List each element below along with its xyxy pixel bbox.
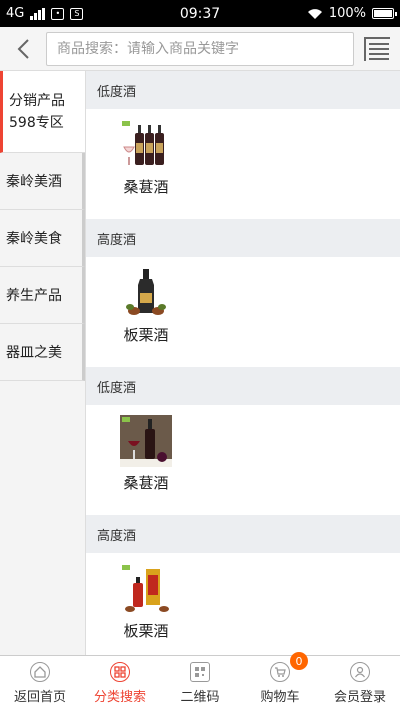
user-icon bbox=[350, 662, 370, 682]
product-item[interactable]: 板栗酒 bbox=[116, 267, 176, 345]
sidebar-item-label: 器皿之美 bbox=[6, 345, 62, 361]
sidebar-item-label: 秦岭美酒 bbox=[6, 174, 62, 190]
bottom-tab-bar: 返回首页 分类搜索 二维码 0 购物车 会员登录 bbox=[0, 652, 400, 711]
section-body: 桑葚酒 bbox=[86, 109, 400, 219]
section-title: 低度酒 bbox=[86, 367, 400, 405]
section-body: 板栗酒 bbox=[86, 553, 400, 655]
sidebar-item-qinling-food[interactable]: 秦岭美食 bbox=[0, 210, 85, 267]
sidebar-item-598-zone[interactable]: 分销产品598专区 bbox=[0, 71, 85, 153]
product-name: 板栗酒 bbox=[123, 622, 169, 640]
product-image bbox=[120, 267, 172, 319]
sidebar-item-label: 秦岭美食 bbox=[6, 231, 62, 247]
notification-icon: S bbox=[70, 7, 84, 20]
wifi-icon bbox=[307, 8, 322, 19]
content-area: 分销产品598专区 秦岭美酒 秦岭美食 养生产品 器皿之美 低度酒 桑葚酒 高度… bbox=[0, 71, 400, 655]
category-sidebar: 分销产品598专区 秦岭美酒 秦岭美食 养生产品 器皿之美 bbox=[0, 71, 86, 655]
tab-home[interactable]: 返回首页 bbox=[0, 656, 80, 711]
chevron-left-icon bbox=[17, 38, 29, 59]
category-icon bbox=[110, 662, 130, 682]
cart-icon bbox=[270, 662, 290, 682]
status-bar: 4G • S 09:37 100% bbox=[0, 0, 400, 27]
tab-category-search[interactable]: 分类搜索 bbox=[80, 656, 160, 711]
section-body: 桑葚酒 bbox=[86, 405, 400, 515]
tab-label: 购物车 bbox=[260, 690, 300, 705]
section-title: 高度酒 bbox=[86, 515, 400, 553]
tab-member-login[interactable]: 会员登录 bbox=[320, 656, 400, 711]
product-name: 桑葚酒 bbox=[123, 178, 169, 196]
product-list: 低度酒 桑葚酒 高度酒 板栗酒 低度酒 桑葚酒 高度酒 板栗酒 bbox=[86, 71, 400, 655]
cart-count-badge: 0 bbox=[290, 652, 308, 670]
home-icon bbox=[30, 662, 50, 682]
section-title: 低度酒 bbox=[86, 71, 400, 109]
sidebar-item-label: 分销产品598专区 bbox=[9, 92, 65, 131]
product-image bbox=[120, 563, 172, 615]
list-menu-icon bbox=[364, 36, 390, 61]
search-box[interactable] bbox=[46, 31, 354, 66]
tab-label: 分类搜索 bbox=[93, 690, 146, 705]
signal-icon bbox=[30, 7, 46, 20]
sidebar-item-qinling-wine[interactable]: 秦岭美酒 bbox=[0, 153, 85, 210]
section-title: 高度酒 bbox=[86, 219, 400, 257]
sidebar-item-health[interactable]: 养生产品 bbox=[0, 267, 85, 324]
battery-icon bbox=[372, 8, 397, 19]
sidebar-item-label: 养生产品 bbox=[6, 288, 62, 304]
top-bar bbox=[0, 27, 400, 71]
product-item[interactable]: 桑葚酒 bbox=[116, 415, 176, 493]
search-input[interactable] bbox=[57, 40, 343, 57]
section-body: 板栗酒 bbox=[86, 257, 400, 367]
product-name: 板栗酒 bbox=[123, 326, 169, 344]
tab-qrcode[interactable]: 二维码 bbox=[160, 656, 240, 711]
network-label: 4G bbox=[6, 6, 25, 21]
menu-button[interactable] bbox=[360, 32, 394, 66]
product-image bbox=[120, 415, 172, 467]
battery-label: 100% bbox=[328, 6, 366, 21]
product-name: 桑葚酒 bbox=[123, 474, 169, 492]
product-item[interactable]: 板栗酒 bbox=[116, 563, 176, 641]
tab-label: 会员登录 bbox=[333, 690, 386, 705]
tab-label: 二维码 bbox=[180, 690, 220, 705]
product-image bbox=[120, 119, 172, 171]
back-button[interactable] bbox=[6, 32, 40, 66]
tab-label: 返回首页 bbox=[13, 690, 66, 705]
sidebar-item-vessels[interactable]: 器皿之美 bbox=[0, 324, 85, 381]
tab-cart[interactable]: 0 购物车 bbox=[240, 652, 320, 711]
message-icon: • bbox=[51, 7, 65, 20]
product-item[interactable]: 桑葚酒 bbox=[116, 119, 176, 197]
qrcode-icon bbox=[190, 662, 210, 682]
